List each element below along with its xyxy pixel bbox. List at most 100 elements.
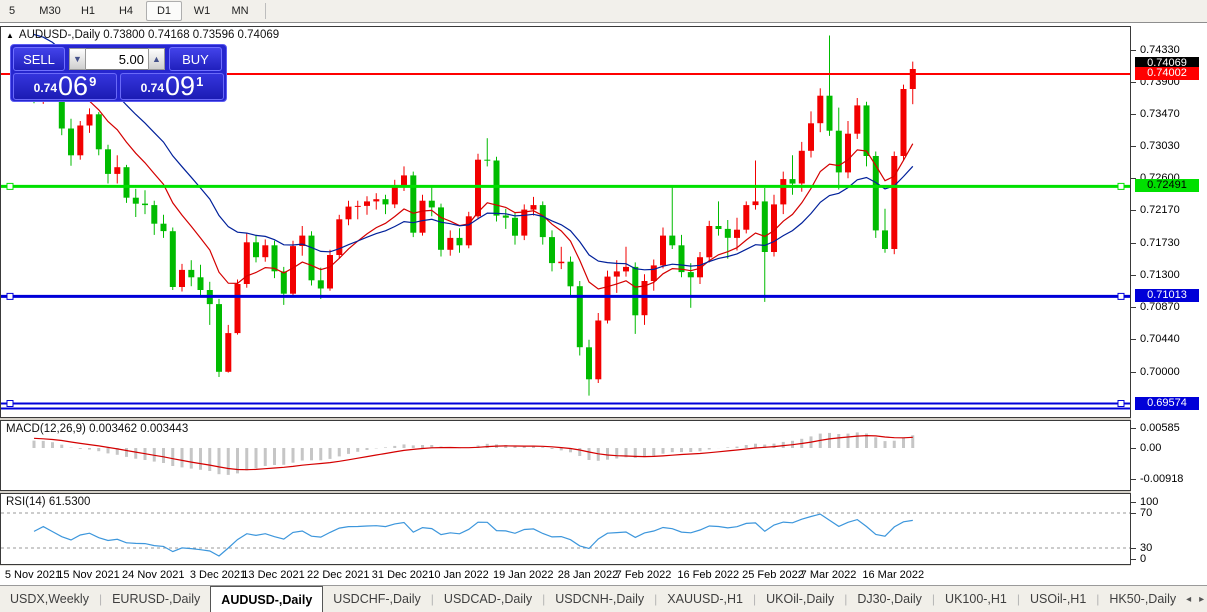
tab-scroll-nav: ◂ ▸ [1186, 586, 1207, 612]
rsi-label: RSI(14) 61.5300 [6, 496, 91, 508]
tab-audusd-daily[interactable]: AUDUSD-,Daily [210, 586, 324, 612]
axis-tick-mark [1131, 371, 1136, 373]
date-axis-label: 25 Feb 2022 [742, 569, 804, 581]
buy-button[interactable]: BUY [169, 47, 222, 71]
timeframe-button-H1[interactable]: H1 [70, 1, 106, 21]
tab-scroll-left-icon[interactable]: ◂ [1186, 594, 1191, 605]
level-price-badge: 0.69574 [1135, 396, 1199, 410]
price-axis-tick: 0.70440 [1140, 333, 1180, 346]
price-axis-tick: 0.71730 [1140, 237, 1180, 250]
tab-ukoil-daily[interactable]: UKOil-,Daily [756, 586, 844, 612]
axis-tick-mark [1131, 559, 1136, 560]
trade-panel-price-row: 0.74 06 9 0.74 09 1 [13, 73, 224, 100]
timeframe-button-MN[interactable]: MN [222, 1, 258, 21]
axis-tick-mark [1131, 49, 1136, 51]
date-axis-label: 22 Dec 2021 [307, 569, 370, 581]
volume-input[interactable] [86, 48, 148, 70]
date-axis-label: 28 Jan 2022 [557, 569, 619, 581]
timeframe-button-M30[interactable]: M30 [32, 1, 68, 21]
timeframe-toolbar: 5 M30 H1 H4 D1 W1 MN [0, 0, 1207, 23]
level-line-0.69574 [1, 400, 1130, 410]
tab-hk50-daily[interactable]: HK50-,Daily [1099, 586, 1186, 612]
price-axis-tick: 0.73030 [1140, 140, 1180, 153]
level-line-0.71013 [1, 292, 1130, 300]
tab-dj30-daily[interactable]: DJ30-,Daily [847, 586, 932, 612]
price-axis-gutter[interactable]: 0.74330 0.73900 0.73470 0.73030 0.72600 0.721… [1131, 23, 1207, 585]
volume-stepper: ▼ ▲ [69, 48, 165, 70]
timeframe-button-W1[interactable]: W1 [184, 1, 220, 21]
price-axis-tick: 0.73470 [1140, 107, 1180, 120]
macd-label: MACD(12,26,9) 0.003462 0.003443 [6, 423, 189, 435]
timeframe-button-H4[interactable]: H4 [108, 1, 144, 21]
date-axis-label: 15 Nov 2021 [57, 569, 120, 581]
price-axis-tick: 0.70000 [1140, 365, 1180, 378]
trade-panel: SELL ▼ ▲ BUY 0.74 06 9 0.74 [10, 44, 227, 102]
sell-price-sup: 9 [89, 74, 97, 89]
tab-eurusd-daily[interactable]: EURUSD-,Daily [102, 586, 210, 612]
timeframe-button-5[interactable]: 5 [0, 1, 30, 21]
toolbar-divider [265, 3, 266, 19]
timeframe-button-D1[interactable]: D1 [146, 1, 182, 21]
buy-price-big: 09 [165, 71, 196, 101]
level-price-badge: 0.72491 [1135, 179, 1199, 193]
macd-signal-line [33, 434, 913, 471]
sell-price-prefix: 0.74 [33, 81, 58, 95]
sell-price-box[interactable]: 0.74 06 9 [13, 73, 117, 100]
date-axis-label: 19 Jan 2022 [492, 569, 554, 581]
volume-decrease-icon[interactable]: ▼ [69, 48, 86, 70]
date-axis-label: 5 Nov 2021 [4, 569, 62, 581]
date-axis-label: 10 Jan 2022 [428, 569, 489, 581]
volume-increase-icon[interactable]: ▲ [148, 48, 165, 70]
date-axis-label: 24 Nov 2021 [122, 569, 185, 581]
buy-price-box[interactable]: 0.74 09 1 [120, 73, 224, 100]
trade-panel-top-row: SELL ▼ ▲ BUY [13, 47, 224, 71]
rsi-pane[interactable]: RSI(14) 61.5300 [0, 493, 1131, 565]
date-axis-label: 3 Dec 2021 [189, 569, 247, 581]
sell-price-big: 06 [58, 71, 89, 101]
date-axis[interactable]: 5 Nov 2021 15 Nov 2021 24 Nov 2021 3 Dec 20… [0, 566, 1131, 584]
date-axis-label: 7 Feb 2022 [615, 569, 672, 581]
tab-usdcad-daily[interactable]: USDCAD-,Daily [434, 586, 542, 612]
date-axis-label: 16 Feb 2022 [677, 569, 740, 581]
collapse-arrow-icon[interactable]: ▲ [6, 31, 14, 40]
axis-tick-mark [1131, 275, 1136, 277]
rsi-line [33, 513, 913, 557]
tab-usdcnh-daily[interactable]: USDCNH-,Daily [545, 586, 654, 612]
chart-window: ▲ AUDUSD-,Daily 0.73800 0.74168 0.73596 … [0, 23, 1207, 585]
date-axis-label: 13 Dec 2021 [242, 569, 305, 581]
level-price-badge: 0.74002 [1135, 67, 1199, 80]
axis-tick-mark [1131, 513, 1136, 514]
axis-tick-mark [1131, 448, 1136, 449]
sell-button[interactable]: SELL [13, 47, 65, 71]
axis-tick-mark [1131, 502, 1136, 503]
price-pane[interactable]: ▲ AUDUSD-,Daily 0.73800 0.74168 0.73596 … [0, 26, 1131, 418]
macd-pane[interactable]: MACD(12,26,9) 0.003462 0.003443 [0, 420, 1131, 491]
buy-price-prefix: 0.74 [140, 81, 165, 95]
chart-title-text: AUDUSD-,Daily 0.73800 0.74168 0.73596 0.… [18, 29, 280, 41]
price-axis-tick: 0.72170 [1140, 204, 1180, 217]
macd-axis-tick: -0.00918 [1140, 473, 1184, 486]
tab-scroll-right-icon[interactable]: ▸ [1199, 594, 1204, 605]
axis-tick-mark [1131, 146, 1136, 148]
tab-usoil-h1[interactable]: USOil-,H1 [1020, 586, 1096, 612]
date-axis-label: 7 Mar 2022 [800, 569, 857, 581]
chart-title: ▲ AUDUSD-,Daily 0.73800 0.74168 0.73596 … [6, 29, 279, 41]
axis-tick-mark [1131, 548, 1136, 549]
tab-uk100-h1[interactable]: UK100-,H1 [935, 586, 1017, 612]
axis-tick-mark [1131, 479, 1136, 481]
tab-xauusd-h1[interactable]: XAUUSD-,H1 [657, 586, 753, 612]
axis-tick-mark [1131, 307, 1136, 309]
macd-histogram [32, 432, 915, 475]
level-price-badge: 0.71013 [1135, 289, 1199, 303]
price-axis-tick: 0.70870 [1140, 301, 1180, 314]
tab-usdx-weekly[interactable]: USDX,Weekly [0, 586, 99, 612]
date-axis-label: 16 Mar 2022 [862, 569, 925, 581]
axis-tick-mark [1131, 243, 1136, 245]
bottom-separator [0, 565, 1131, 566]
price-axis-tick: 0.74330 [1140, 43, 1180, 56]
rsi-axis-tick: 0 [1140, 553, 1147, 565]
tab-usdchf-daily[interactable]: USDCHF-,Daily [323, 586, 431, 612]
chart-tab-bar: USDX,Weekly | EURUSD-,Daily AUDUSD-,Daily US… [0, 585, 1207, 612]
buy-price-sup: 1 [196, 74, 204, 89]
axis-tick-mark [1131, 113, 1136, 115]
